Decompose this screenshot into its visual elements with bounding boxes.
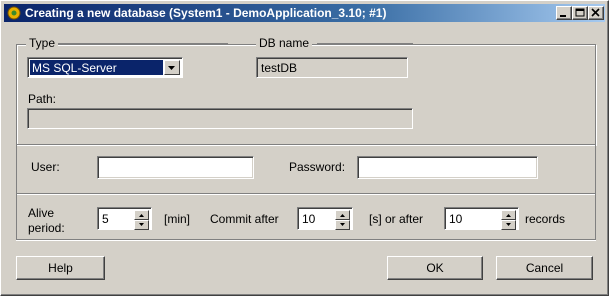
ok-button[interactable]: OK (387, 256, 483, 280)
alive-period-value: 5 (102, 212, 109, 226)
alive-period-stepper[interactable]: 5 (97, 207, 152, 230)
spin-down-icon[interactable] (335, 220, 350, 230)
alive-period-unit: [min] (164, 212, 191, 226)
dbname-legend-line (317, 43, 413, 44)
user-label: User: (31, 160, 60, 174)
separator-1 (16, 144, 596, 146)
type-select[interactable]: MS SQL-Server (27, 57, 183, 78)
commit-after-label: Commit after (210, 212, 279, 226)
chevron-down-icon[interactable] (164, 60, 180, 75)
spin-down-icon[interactable] (134, 220, 149, 230)
frame-left-lower (16, 144, 17, 239)
commit-records-value: 10 (449, 212, 463, 226)
separator-3 (16, 239, 596, 241)
maximize-button[interactable] (572, 6, 588, 20)
frame-right-lower (595, 144, 596, 239)
spin-up-icon[interactable] (335, 210, 350, 220)
commit-records-stepper[interactable]: 10 (444, 207, 519, 230)
dialog-window: Creating a new database (System1 - DemoA… (0, 0, 609, 296)
cancel-button[interactable]: Cancel (496, 256, 593, 280)
records-label: records (525, 212, 566, 226)
window-title: Creating a new database (System1 - DemoA… (25, 6, 387, 20)
password-input[interactable] (357, 156, 538, 179)
spin-up-icon[interactable] (134, 210, 149, 220)
title-bar[interactable]: Creating a new database (System1 - DemoA… (4, 4, 605, 22)
commit-seconds-value: 10 (302, 212, 316, 226)
spin-down-icon[interactable] (501, 220, 516, 230)
type-legend-line (58, 43, 228, 44)
minimize-button[interactable] (556, 6, 572, 20)
alive-period-label-line2: period: (28, 221, 65, 235)
dbname-legend: DB name (256, 36, 313, 50)
commit-seconds-stepper[interactable]: 10 (297, 207, 353, 230)
app-icon (7, 6, 21, 20)
path-field[interactable] (27, 108, 413, 129)
user-input[interactable] (97, 156, 254, 179)
type-selected-value: MS SQL-Server (30, 60, 163, 75)
password-label: Password: (289, 160, 346, 174)
help-button[interactable]: Help (16, 256, 105, 280)
commit-seconds-unit: [s] or after (369, 212, 424, 226)
dbname-field[interactable]: testDB (256, 57, 408, 78)
separator-2 (16, 193, 596, 195)
path-label: Path: (28, 92, 57, 106)
alive-period-label-line1: Alive (28, 206, 55, 220)
type-legend: Type (26, 36, 59, 50)
close-button[interactable] (588, 6, 604, 20)
spin-up-icon[interactable] (501, 210, 516, 220)
